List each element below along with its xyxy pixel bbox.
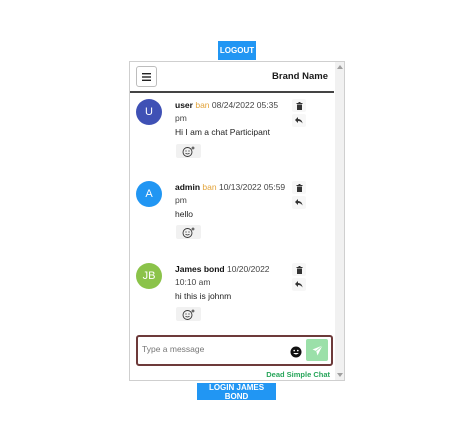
sender-name: user	[175, 100, 193, 110]
trash-icon	[296, 265, 302, 274]
sender-name: James bond	[175, 264, 225, 274]
message-body: admin ban 10/13/2022 05:59 pm hello	[175, 181, 287, 221]
emoji-picker-button[interactable]	[290, 345, 302, 358]
ban-link[interactable]: ban	[195, 100, 209, 110]
add-reaction-button[interactable]	[176, 307, 201, 321]
brand-name: Brand Name	[272, 71, 328, 82]
add-reaction-button[interactable]	[176, 225, 201, 239]
reply-icon	[295, 281, 303, 288]
emoji-add-icon	[182, 309, 195, 320]
add-reaction-button[interactable]	[176, 144, 201, 158]
powered-by-label[interactable]: Dead Simple Chat	[266, 370, 330, 379]
delete-button[interactable]	[292, 263, 306, 276]
sender-name: admin	[175, 182, 201, 192]
message-actions	[292, 181, 308, 211]
trash-icon	[296, 101, 302, 110]
chat-widget: Brand Name U user ban 08/24/2022 05:35 p…	[129, 61, 345, 381]
emoji-add-icon	[182, 146, 195, 157]
reply-icon	[295, 199, 303, 206]
ban-link[interactable]: ban	[202, 182, 216, 192]
delete-button[interactable]	[292, 181, 306, 194]
paper-plane-icon	[312, 344, 323, 355]
message-text: Hi I am a chat Participant	[175, 127, 270, 137]
message-text: hello	[175, 209, 193, 219]
logout-button[interactable]: LOGOUT	[218, 41, 256, 60]
reply-icon	[295, 117, 303, 124]
scrollbar[interactable]	[335, 62, 344, 380]
login-james-bond-button[interactable]: LOGIN JAMES BOND	[197, 383, 276, 401]
scroll-thumb[interactable]	[337, 74, 343, 322]
avatar: JB	[136, 263, 162, 289]
delete-button[interactable]	[292, 99, 306, 112]
emoji-add-icon	[182, 227, 195, 238]
trash-icon	[296, 183, 302, 192]
avatar: U	[136, 99, 162, 125]
reply-button[interactable]	[292, 114, 306, 127]
scroll-up-arrow[interactable]	[337, 65, 343, 69]
send-button[interactable]	[306, 339, 328, 361]
chat-header: Brand Name	[130, 62, 334, 93]
message-composer	[136, 335, 333, 366]
scroll-down-arrow[interactable]	[337, 373, 343, 377]
smiley-icon	[290, 346, 302, 358]
hamburger-icon	[142, 72, 151, 81]
message-text: hi this is johnm	[175, 291, 232, 301]
message-actions	[292, 99, 308, 129]
avatar: A	[136, 181, 162, 207]
reply-button[interactable]	[292, 278, 306, 291]
reply-button[interactable]	[292, 196, 306, 209]
menu-button[interactable]	[136, 66, 157, 87]
message-input[interactable]	[142, 340, 282, 358]
message-body: user ban 08/24/2022 05:35 pm Hi I am a c…	[175, 99, 287, 139]
message-body: James bond 10/20/2022 10:10 am hi this i…	[175, 263, 287, 303]
message-actions	[292, 263, 308, 293]
